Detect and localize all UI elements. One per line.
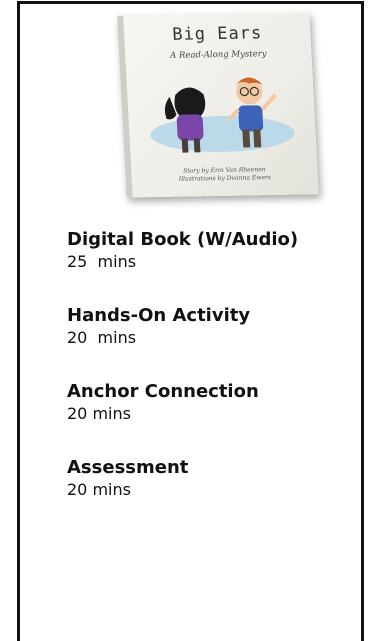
activity-duration: 20 mins: [67, 480, 131, 499]
activity-item-digital-book[interactable]: Digital Book (W/Audio) 25 mins: [67, 228, 357, 272]
activity-item-assessment[interactable]: Assessment 20 mins: [67, 456, 357, 500]
activity-item-anchor-connection[interactable]: Anchor Connection 20 mins: [67, 380, 357, 424]
activity-title: Digital Book (W/Audio): [67, 229, 299, 250]
activity-duration: 25 mins: [67, 252, 137, 271]
activity-title: Assessment: [67, 457, 189, 478]
book-cover[interactable]: Big Ears A Read-Along Mystery Story by E…: [116, 10, 326, 210]
book-credits: Story by Erin Van Rheenen Illustrations …: [131, 165, 318, 184]
book-subtitle: A Read-Along Mystery: [169, 49, 267, 61]
activity-item-hands-on[interactable]: Hands-On Activity 20 mins: [67, 304, 357, 348]
activity-duration: 20 mins: [67, 328, 137, 347]
activity-list: Digital Book (W/Audio) 25 mins Hands-On …: [67, 228, 357, 532]
activity-duration: 20 mins: [67, 404, 131, 423]
activity-title: Anchor Connection: [67, 381, 259, 402]
lesson-card: Big Ears A Read-Along Mystery Story by E…: [17, 1, 364, 641]
book-illustration: [150, 77, 295, 153]
book-cover-page: Big Ears A Read-Along Mystery Story by E…: [117, 12, 319, 198]
book-title: Big Ears: [171, 23, 263, 45]
activity-title: Hands-On Activity: [67, 305, 251, 326]
